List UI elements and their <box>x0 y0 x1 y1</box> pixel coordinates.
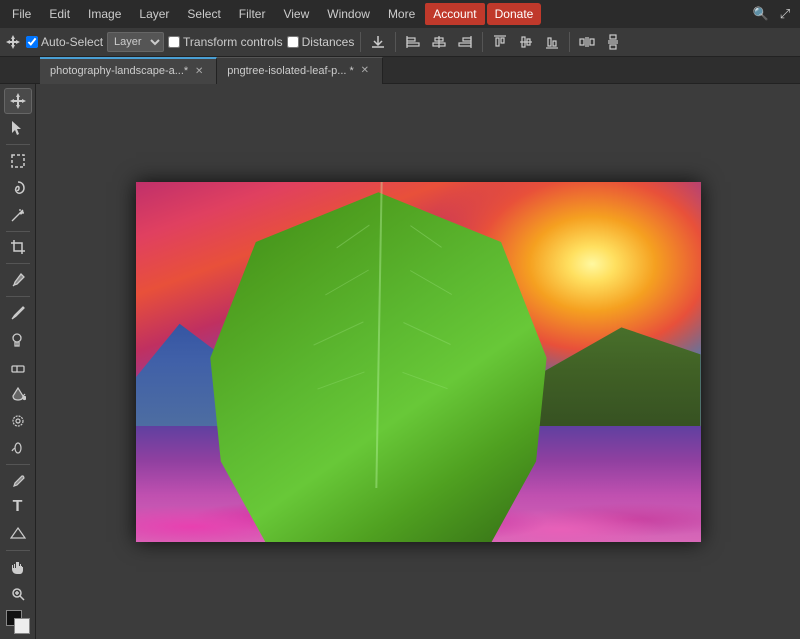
toolbar-sep-3 <box>482 32 483 52</box>
align-center-h-btn[interactable] <box>428 31 450 53</box>
expand-icon[interactable]: ⤢ <box>774 3 796 25</box>
align-bottom-btn[interactable] <box>541 31 563 53</box>
tool-eraser[interactable] <box>4 354 32 380</box>
tool-brush[interactable] <box>4 300 32 326</box>
toolbar: Auto-Select Layer Group Transform contro… <box>0 28 800 57</box>
tool-text[interactable]: T <box>4 494 32 520</box>
canvas-image <box>136 182 701 542</box>
download-btn[interactable] <box>367 31 389 53</box>
main-area: T <box>0 84 800 639</box>
distances-label: Distances <box>302 35 355 49</box>
tool-magic-wand[interactable] <box>4 202 32 228</box>
tool-hand[interactable] <box>4 554 32 580</box>
transform-controls-group: Transform controls <box>168 35 283 49</box>
background-color <box>14 618 30 634</box>
tool-pen[interactable] <box>4 468 32 494</box>
menu-select[interactable]: Select <box>179 3 228 25</box>
menu-window[interactable]: Window <box>319 3 378 25</box>
align-middle-btn[interactable] <box>515 31 537 53</box>
tool-blur[interactable] <box>4 408 32 434</box>
transform-controls-label: Transform controls <box>183 35 283 49</box>
menu-image[interactable]: Image <box>80 3 129 25</box>
tab-landscape[interactable]: photography-landscape-a...* ✕ <box>40 57 217 84</box>
tool-zoom[interactable] <box>4 581 32 607</box>
autoselect-label: Auto-Select <box>41 35 103 49</box>
tab-leaf[interactable]: pngtree-isolated-leaf-p... * ✕ <box>217 57 383 84</box>
tool-sep-1 <box>6 144 30 145</box>
left-toolbar: T <box>0 84 36 639</box>
tool-dodge[interactable] <box>4 435 32 461</box>
distances-group: Distances <box>287 35 355 49</box>
menu-file[interactable]: File <box>4 3 39 25</box>
layer-select[interactable]: Layer Group <box>107 32 164 52</box>
tool-crop[interactable] <box>4 235 32 261</box>
align-top-btn[interactable] <box>489 31 511 53</box>
tool-sep-3 <box>6 263 30 264</box>
tab-leaf-close[interactable]: ✕ <box>358 64 372 78</box>
menu-view[interactable]: View <box>275 3 317 25</box>
tool-sep-6 <box>6 550 30 551</box>
menu-more[interactable]: More <box>380 3 423 25</box>
tab-landscape-title: photography-landscape-a...* <box>50 65 188 77</box>
menubar: File Edit Image Layer Select Filter View… <box>0 0 800 28</box>
colors-display[interactable] <box>4 609 32 635</box>
search-icon[interactable]: 🔍 <box>750 3 772 25</box>
tool-sep-2 <box>6 231 30 232</box>
menu-filter[interactable]: Filter <box>231 3 274 25</box>
toolbar-sep-2 <box>395 32 396 52</box>
menu-donate[interactable]: Donate <box>487 3 542 25</box>
tabs-bar: photography-landscape-a...* ✕ pngtree-is… <box>0 57 800 84</box>
tool-eyedropper[interactable] <box>4 267 32 293</box>
tool-select-rect[interactable] <box>4 148 32 174</box>
tool-move[interactable] <box>4 88 32 114</box>
dist-h-btn[interactable] <box>576 31 598 53</box>
tool-stamp[interactable] <box>4 327 32 353</box>
canvas-container <box>136 182 701 542</box>
tool-pointer[interactable] <box>4 115 32 141</box>
move-tool-indicator <box>4 33 22 51</box>
toolbar-sep-4 <box>569 32 570 52</box>
dist-v-btn[interactable] <box>602 31 624 53</box>
menu-account[interactable]: Account <box>425 3 484 25</box>
tab-landscape-close[interactable]: ✕ <box>192 64 206 78</box>
autoselect-group: Auto-Select <box>26 35 103 49</box>
toolbar-sep-1 <box>360 32 361 52</box>
align-left-btn[interactable] <box>402 31 424 53</box>
menu-layer[interactable]: Layer <box>131 3 177 25</box>
transform-controls-checkbox[interactable] <box>168 36 180 48</box>
canvas-area <box>36 84 800 639</box>
tool-lasso[interactable] <box>4 175 32 201</box>
tool-sep-5 <box>6 464 30 465</box>
tab-leaf-title: pngtree-isolated-leaf-p... * <box>227 65 354 77</box>
align-right-btn[interactable] <box>454 31 476 53</box>
tool-shape[interactable] <box>4 521 32 547</box>
tool-fill[interactable] <box>4 381 32 407</box>
autoselect-checkbox[interactable] <box>26 36 38 48</box>
distances-checkbox[interactable] <box>287 36 299 48</box>
tool-sep-4 <box>6 296 30 297</box>
menu-edit[interactable]: Edit <box>41 3 78 25</box>
